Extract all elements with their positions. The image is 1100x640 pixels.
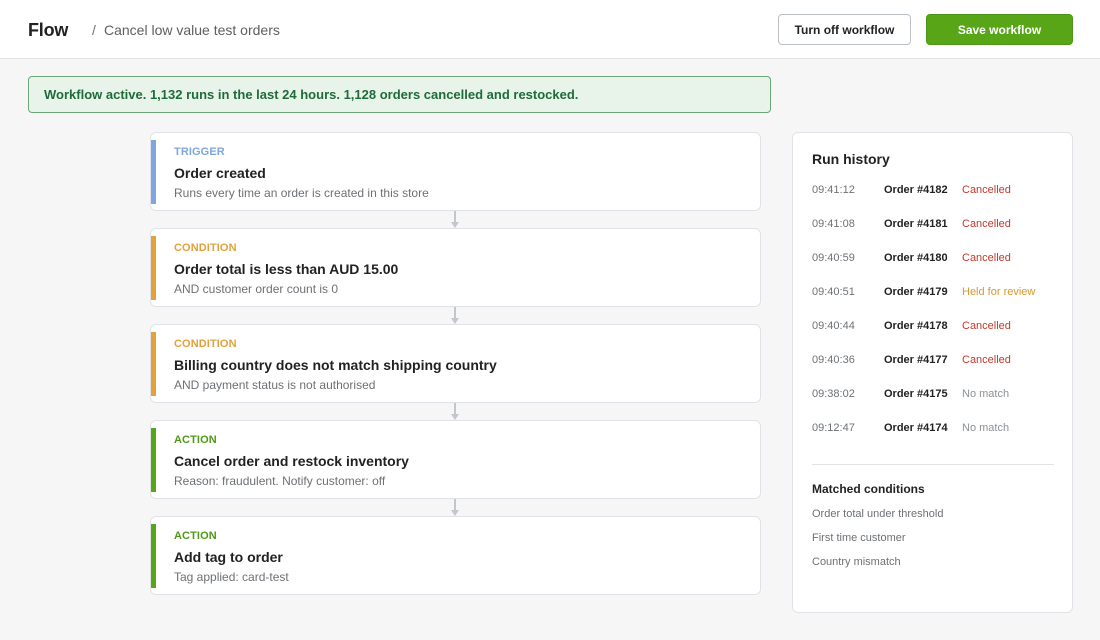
run-status: Cancelled <box>962 184 1011 196</box>
status-banner: Workflow active. 1,132 runs in the last … <box>28 76 771 113</box>
run-history-title: Run history <box>812 151 890 167</box>
run-order-link[interactable]: Order #4177 <box>884 354 948 366</box>
run-row[interactable]: 09:40:36 Order #4177 Cancelled <box>812 354 1057 370</box>
run-row[interactable]: 09:40:44 Order #4178 Cancelled <box>812 320 1057 336</box>
step-kind: Action <box>174 434 217 446</box>
run-status: No match <box>962 422 1010 434</box>
breadcrumb-separator: / <box>92 22 96 38</box>
step-type-stripe <box>151 332 156 396</box>
app-logo[interactable]: Flow <box>28 20 68 41</box>
run-order-link[interactable]: Order #4179 <box>884 286 948 298</box>
step-type-stripe <box>151 524 156 588</box>
run-time: 09:40:36 <box>812 354 855 366</box>
run-row[interactable]: 09:40:59 Order #4180 Cancelled <box>812 252 1057 268</box>
run-time: 09:38:02 <box>812 388 855 400</box>
run-order-link[interactable]: Order #4178 <box>884 320 948 332</box>
step-type-stripe <box>151 140 156 204</box>
step-detail: AND customer order count is 0 <box>174 282 339 296</box>
step-card-condition-country[interactable]: Condition Billing country does not match… <box>150 324 761 403</box>
step-title: Billing country does not match shipping … <box>174 357 497 373</box>
flow-connector-arrow <box>451 403 459 421</box>
matched-condition-item: Order total under threshold <box>812 508 944 520</box>
run-time: 09:40:59 <box>812 252 855 264</box>
run-order-link[interactable]: Order #4175 <box>884 388 948 400</box>
run-status: Cancelled <box>962 354 1011 366</box>
step-detail: Tag applied: card-test <box>174 570 289 584</box>
run-status: No match <box>962 388 1010 400</box>
step-title: Order created <box>174 165 266 181</box>
matched-condition-item: First time customer <box>812 532 906 544</box>
step-card-action-cancel[interactable]: Action Cancel order and restock inventor… <box>150 420 761 499</box>
step-card-action-tag[interactable]: Action Add tag to order Tag applied: car… <box>150 516 761 595</box>
run-status: Cancelled <box>962 320 1011 332</box>
top-bar: Flow / Cancel low value test orders Turn… <box>0 0 1100 59</box>
run-time: 09:12:47 <box>812 422 855 434</box>
flow-connector-arrow <box>451 307 459 325</box>
step-kind: Trigger <box>174 146 225 158</box>
step-detail: Runs every time an order is created in t… <box>174 186 429 200</box>
flow-connector-arrow <box>451 211 459 229</box>
run-status: Held for review <box>962 286 1036 298</box>
step-detail: Reason: fraudulent. Notify customer: off <box>174 474 386 488</box>
turn-off-workflow-button[interactable]: Turn off workflow <box>778 14 911 45</box>
run-time: 09:40:44 <box>812 320 855 332</box>
step-card-trigger[interactable]: Trigger Order created Runs every time an… <box>150 132 761 211</box>
run-row[interactable]: 09:40:51 Order #4179 Held for review <box>812 286 1057 302</box>
run-order-link[interactable]: Order #4182 <box>884 184 948 196</box>
run-time: 09:41:08 <box>812 218 855 230</box>
run-row[interactable]: 09:38:02 Order #4175 No match <box>812 388 1057 404</box>
step-title: Order total is less than AUD 15.00 <box>174 261 399 277</box>
run-history-panel: Run history 09:41:12 Order #4182 Cancell… <box>792 132 1073 613</box>
step-detail: AND payment status is not authorised <box>174 378 376 392</box>
run-time: 09:40:51 <box>812 286 855 298</box>
matched-condition-item: Country mismatch <box>812 556 901 568</box>
step-kind: Condition <box>174 242 237 254</box>
matched-conditions-title: Matched conditions <box>812 482 925 496</box>
section-divider <box>812 464 1054 465</box>
run-order-link[interactable]: Order #4174 <box>884 422 948 434</box>
save-workflow-button[interactable]: Save workflow <box>926 14 1073 45</box>
step-kind: Condition <box>174 338 237 350</box>
run-status: Cancelled <box>962 252 1011 264</box>
run-row[interactable]: 09:41:08 Order #4181 Cancelled <box>812 218 1057 234</box>
run-row[interactable]: 09:41:12 Order #4182 Cancelled <box>812 184 1057 200</box>
run-order-link[interactable]: Order #4180 <box>884 252 948 264</box>
step-title: Add tag to order <box>174 549 283 565</box>
step-kind: Action <box>174 530 217 542</box>
run-time: 09:41:12 <box>812 184 855 196</box>
step-card-condition-total[interactable]: Condition Order total is less than AUD 1… <box>150 228 761 307</box>
flow-connector-arrow <box>451 499 459 517</box>
breadcrumb-current: Cancel low value test orders <box>104 22 280 38</box>
step-title: Cancel order and restock inventory <box>174 453 409 469</box>
step-type-stripe <box>151 236 156 300</box>
run-status: Cancelled <box>962 218 1011 230</box>
run-row[interactable]: 09:12:47 Order #4174 No match <box>812 422 1057 438</box>
step-type-stripe <box>151 428 156 492</box>
run-order-link[interactable]: Order #4181 <box>884 218 948 230</box>
